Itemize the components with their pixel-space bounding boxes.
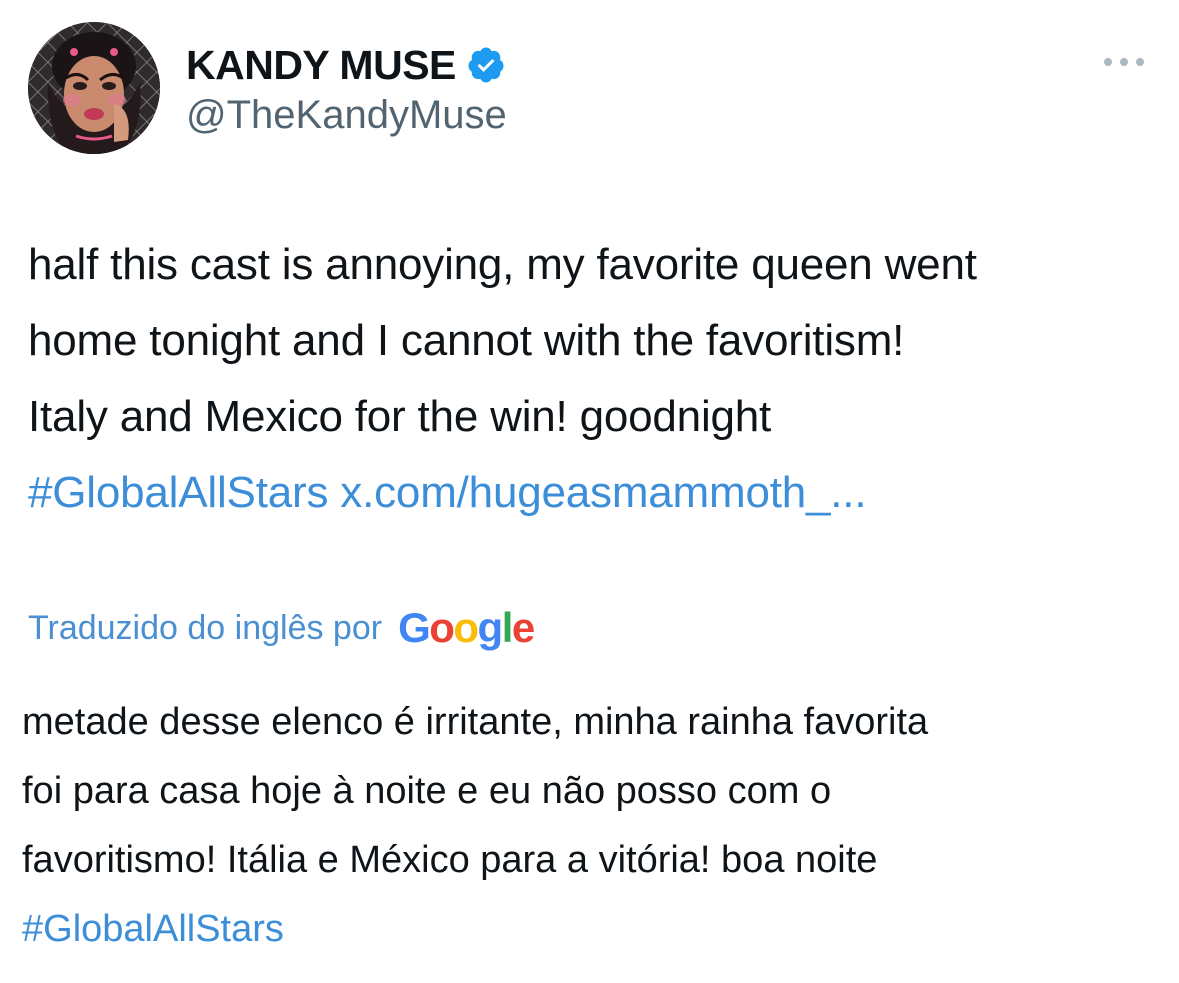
translated-line: metade desse elenco é irritante, minha r… xyxy=(22,701,929,743)
google-logo: Google xyxy=(398,604,535,652)
google-logo-letter: o xyxy=(429,604,455,651)
google-logo-letter: l xyxy=(501,604,514,651)
google-logo-letter: e xyxy=(511,604,535,651)
google-logo-letter: g xyxy=(477,604,504,651)
user-handle[interactable]: @TheKandyMuse xyxy=(186,93,507,138)
translated-hashtag-line: #GlobalAllStars xyxy=(22,895,1172,964)
google-logo-letter: o xyxy=(453,604,479,651)
tweet-line: half this cast is annoying, my favorite … xyxy=(28,240,977,289)
translated-body: metade desse elenco é irritante, minha r… xyxy=(22,688,1172,964)
display-name[interactable]: KANDY MUSE xyxy=(186,42,456,89)
profile-photo-icon xyxy=(28,22,160,154)
avatar[interactable] xyxy=(28,22,160,154)
more-horizontal-icon xyxy=(1104,58,1144,66)
tweet-line: home tonight and I cannot with the favor… xyxy=(28,316,905,365)
translated-hashtag-link[interactable]: #GlobalAllStars xyxy=(22,908,284,950)
translated-line: foi para casa hoje à noite e eu não poss… xyxy=(22,770,832,812)
translation-attribution: Traduzido do inglês por Google xyxy=(28,600,535,656)
translated-by-label[interactable]: Traduzido do inglês por xyxy=(28,609,382,648)
verified-badge-icon xyxy=(466,45,506,85)
tweet-links-line: #GlobalAllStars x.com/hugeasmammoth_... xyxy=(28,455,1168,531)
user-name-row: KANDY MUSE xyxy=(186,40,506,90)
more-options-button[interactable] xyxy=(1098,48,1150,76)
tweet-body: half this cast is annoying, my favorite … xyxy=(28,227,1168,531)
url-link[interactable]: x.com/hugeasmammoth_... xyxy=(340,468,866,517)
hashtag-link[interactable]: #GlobalAllStars xyxy=(28,468,328,517)
tweet-line: Italy and Mexico for the win! goodnight xyxy=(28,392,772,441)
google-logo-letter: G xyxy=(398,604,431,651)
translated-line: favoritismo! Itália e México para a vitó… xyxy=(22,839,878,881)
